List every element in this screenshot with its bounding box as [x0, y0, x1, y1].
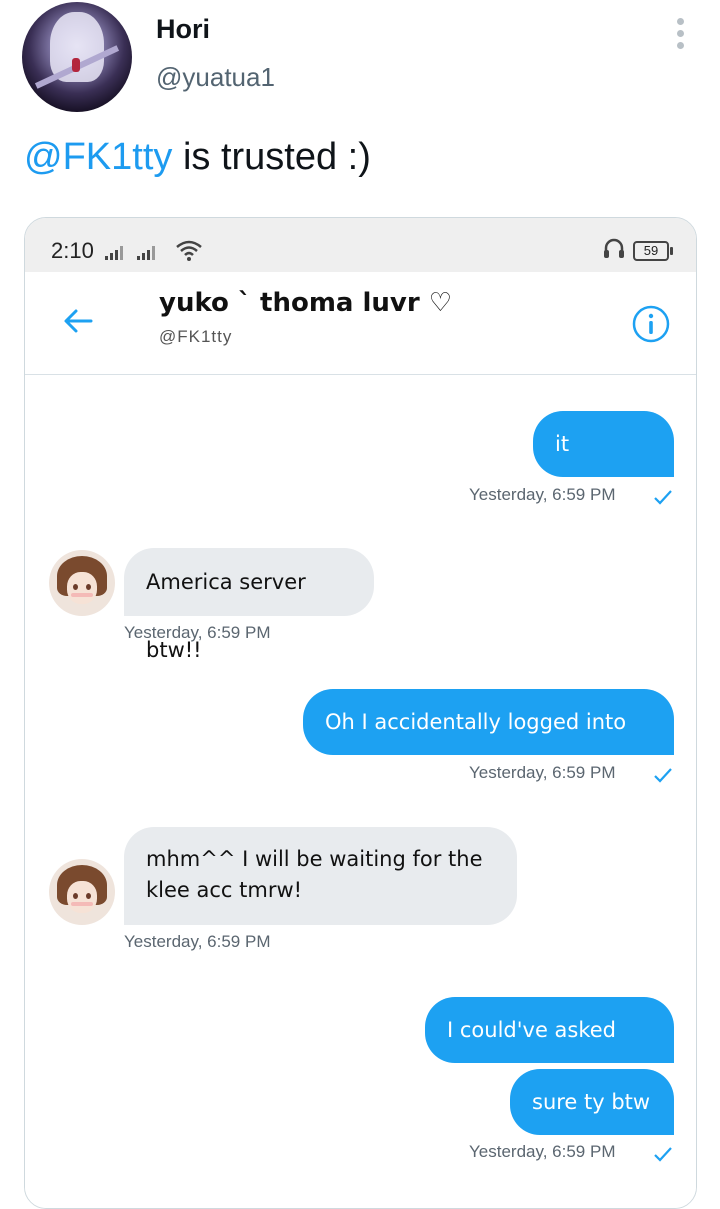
conversation-handle: @FK1tty: [159, 327, 233, 346]
message-line: mhm^^ I will be waiting for the: [146, 847, 483, 871]
conversation-name: yuko ` thoma luvr ♡: [159, 288, 453, 318]
author-avatar[interactable]: [22, 2, 132, 112]
sent-check-icon: [654, 1147, 672, 1162]
contact-avatar[interactable]: [49, 859, 115, 925]
message-timestamp: Yesterday, 6:59 PM: [124, 623, 271, 642]
message-timestamp: Yesterday, 6:59 PM: [469, 1142, 616, 1161]
message-bubble-outgoing[interactable]: I could've asked first: [425, 997, 674, 1108]
author-handle[interactable]: @yuatua1: [156, 62, 275, 93]
more-options-icon[interactable]: [668, 18, 692, 52]
mention-link[interactable]: @FK1tty: [24, 136, 172, 178]
info-icon[interactable]: [631, 304, 671, 344]
tweet-text: @FK1tty is trusted :): [24, 136, 371, 179]
dm-header: yuko ` thoma luvr ♡ @FK1tty: [25, 272, 696, 375]
message-bubble-incoming[interactable]: mhm^^ I will be waiting for the klee acc…: [124, 827, 517, 925]
signal-icon-2: [137, 244, 155, 260]
battery-icon: 59: [633, 241, 673, 261]
status-time: 2:10: [51, 238, 94, 263]
message-timestamp: Yesterday, 6:59 PM: [469, 763, 616, 782]
sent-check-icon: [654, 768, 672, 783]
message-bubble-outgoing[interactable]: sure ty btw: [510, 1069, 674, 1135]
message-bubble-outgoing[interactable]: it worked: [533, 411, 674, 522]
message-line: klee acc tmrw!: [146, 878, 303, 902]
contact-avatar[interactable]: [49, 550, 115, 616]
headset-icon: [604, 238, 624, 258]
status-bar: 2:10 59: [25, 218, 696, 272]
message-list[interactable]: it worked Yesterday, 6:59 PM America ser…: [25, 375, 696, 1208]
author-name[interactable]: Hori: [156, 14, 210, 45]
signal-icon: [105, 244, 123, 260]
tweet-body: is trusted :): [172, 136, 371, 178]
back-arrow-icon[interactable]: [61, 304, 95, 338]
wifi-icon: [176, 240, 202, 261]
attached-screenshot[interactable]: 2:10 59 yuko ` thoma luvr ♡ @FK1tty it w…: [24, 217, 697, 1209]
sent-check-icon: [654, 490, 672, 505]
message-bubble-incoming[interactable]: America server btw!!: [124, 548, 374, 662]
message-timestamp: Yesterday, 6:59 PM: [124, 932, 271, 951]
tweet-header: Hori @yuatua1: [0, 0, 720, 120]
message-timestamp: Yesterday, 6:59 PM: [469, 485, 616, 504]
message-bubble-outgoing[interactable]: Oh I accidentally logged into asia: [303, 689, 674, 800]
